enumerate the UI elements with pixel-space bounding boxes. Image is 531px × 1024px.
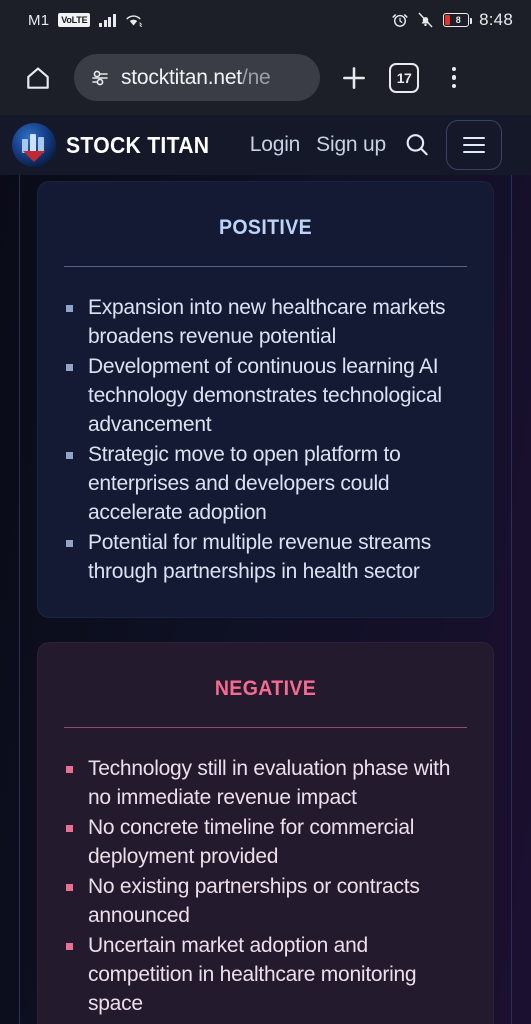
header-nav: Login Sign up [250, 133, 386, 157]
url-bar[interactable]: stocktitan.net/ne [74, 54, 320, 101]
negative-card-title: Negative [214, 669, 317, 702]
new-tab-button[interactable] [332, 56, 376, 100]
status-bar-left: M1 VoLTE [28, 12, 142, 29]
battery-icon: 8 [443, 13, 473, 27]
more-vertical-icon[interactable] [432, 56, 476, 100]
list-item: Strategic move to open platform to enter… [62, 440, 469, 527]
logo-chevron-icon [23, 151, 45, 162]
browser-toolbar: stocktitan.net/ne 17 [0, 40, 531, 115]
positive-points-list: Expansion into new healthcare markets br… [62, 293, 469, 586]
search-icon[interactable] [402, 130, 432, 160]
brand-name[interactable]: STOCK TITAN [66, 132, 209, 159]
status-bar-right: 8 8:48 [392, 10, 513, 30]
wifi-icon [125, 13, 142, 27]
list-item: Uncertain market adoption and competitio… [62, 931, 469, 1018]
site-header: STOCK TITAN Login Sign up [0, 115, 531, 175]
tab-count: 17 [389, 62, 419, 93]
negative-card: Negative Technology still in evaluation … [37, 642, 494, 1024]
list-item: Development of continuous learning AI te… [62, 352, 469, 439]
phone-screen: M1 VoLTE 8 8:48 stocktitan.net/ne 17 STO… [0, 0, 531, 1024]
list-item: Expansion into new healthcare markets br… [62, 293, 469, 351]
battery-level: 8 [455, 14, 461, 25]
signal-bars-icon [99, 13, 116, 27]
volte-badge: VoLTE [58, 13, 91, 27]
url-domain: stocktitan.net [121, 65, 242, 89]
url-text[interactable]: stocktitan.net/ne [121, 66, 271, 90]
signup-link[interactable]: Sign up [316, 133, 386, 157]
home-icon[interactable] [16, 56, 60, 100]
tab-switcher-button[interactable]: 17 [382, 56, 426, 100]
carrier-label: M1 [28, 11, 50, 29]
clock: 8:48 [479, 10, 513, 29]
bell-muted-icon [418, 12, 433, 28]
page-content: Positive Expansion into new healthcare m… [0, 175, 531, 1024]
alarm-icon [392, 12, 408, 28]
negative-points-list: Technology still in evaluation phase wit… [62, 754, 469, 1018]
positive-card: Positive Expansion into new healthcare m… [37, 181, 494, 618]
positive-card-title: Positive [218, 208, 313, 241]
hamburger-icon[interactable] [446, 120, 502, 170]
list-item: Potential for multiple revenue streams t… [62, 528, 469, 586]
list-item: Technology still in evaluation phase wit… [62, 754, 469, 812]
status-bar: M1 VoLTE 8 8:48 [0, 0, 531, 40]
tune-icon[interactable] [90, 69, 110, 87]
list-item: No concrete timeline for commercial depl… [62, 813, 469, 871]
negative-divider [64, 727, 467, 728]
login-link[interactable]: Login [250, 133, 301, 157]
list-item: No existing partnerships or contracts an… [62, 872, 469, 930]
url-path: /ne [241, 65, 271, 89]
stock-titan-logo[interactable] [12, 123, 56, 167]
content-container: Positive Expansion into new healthcare m… [19, 175, 512, 1024]
positive-divider [64, 266, 467, 267]
